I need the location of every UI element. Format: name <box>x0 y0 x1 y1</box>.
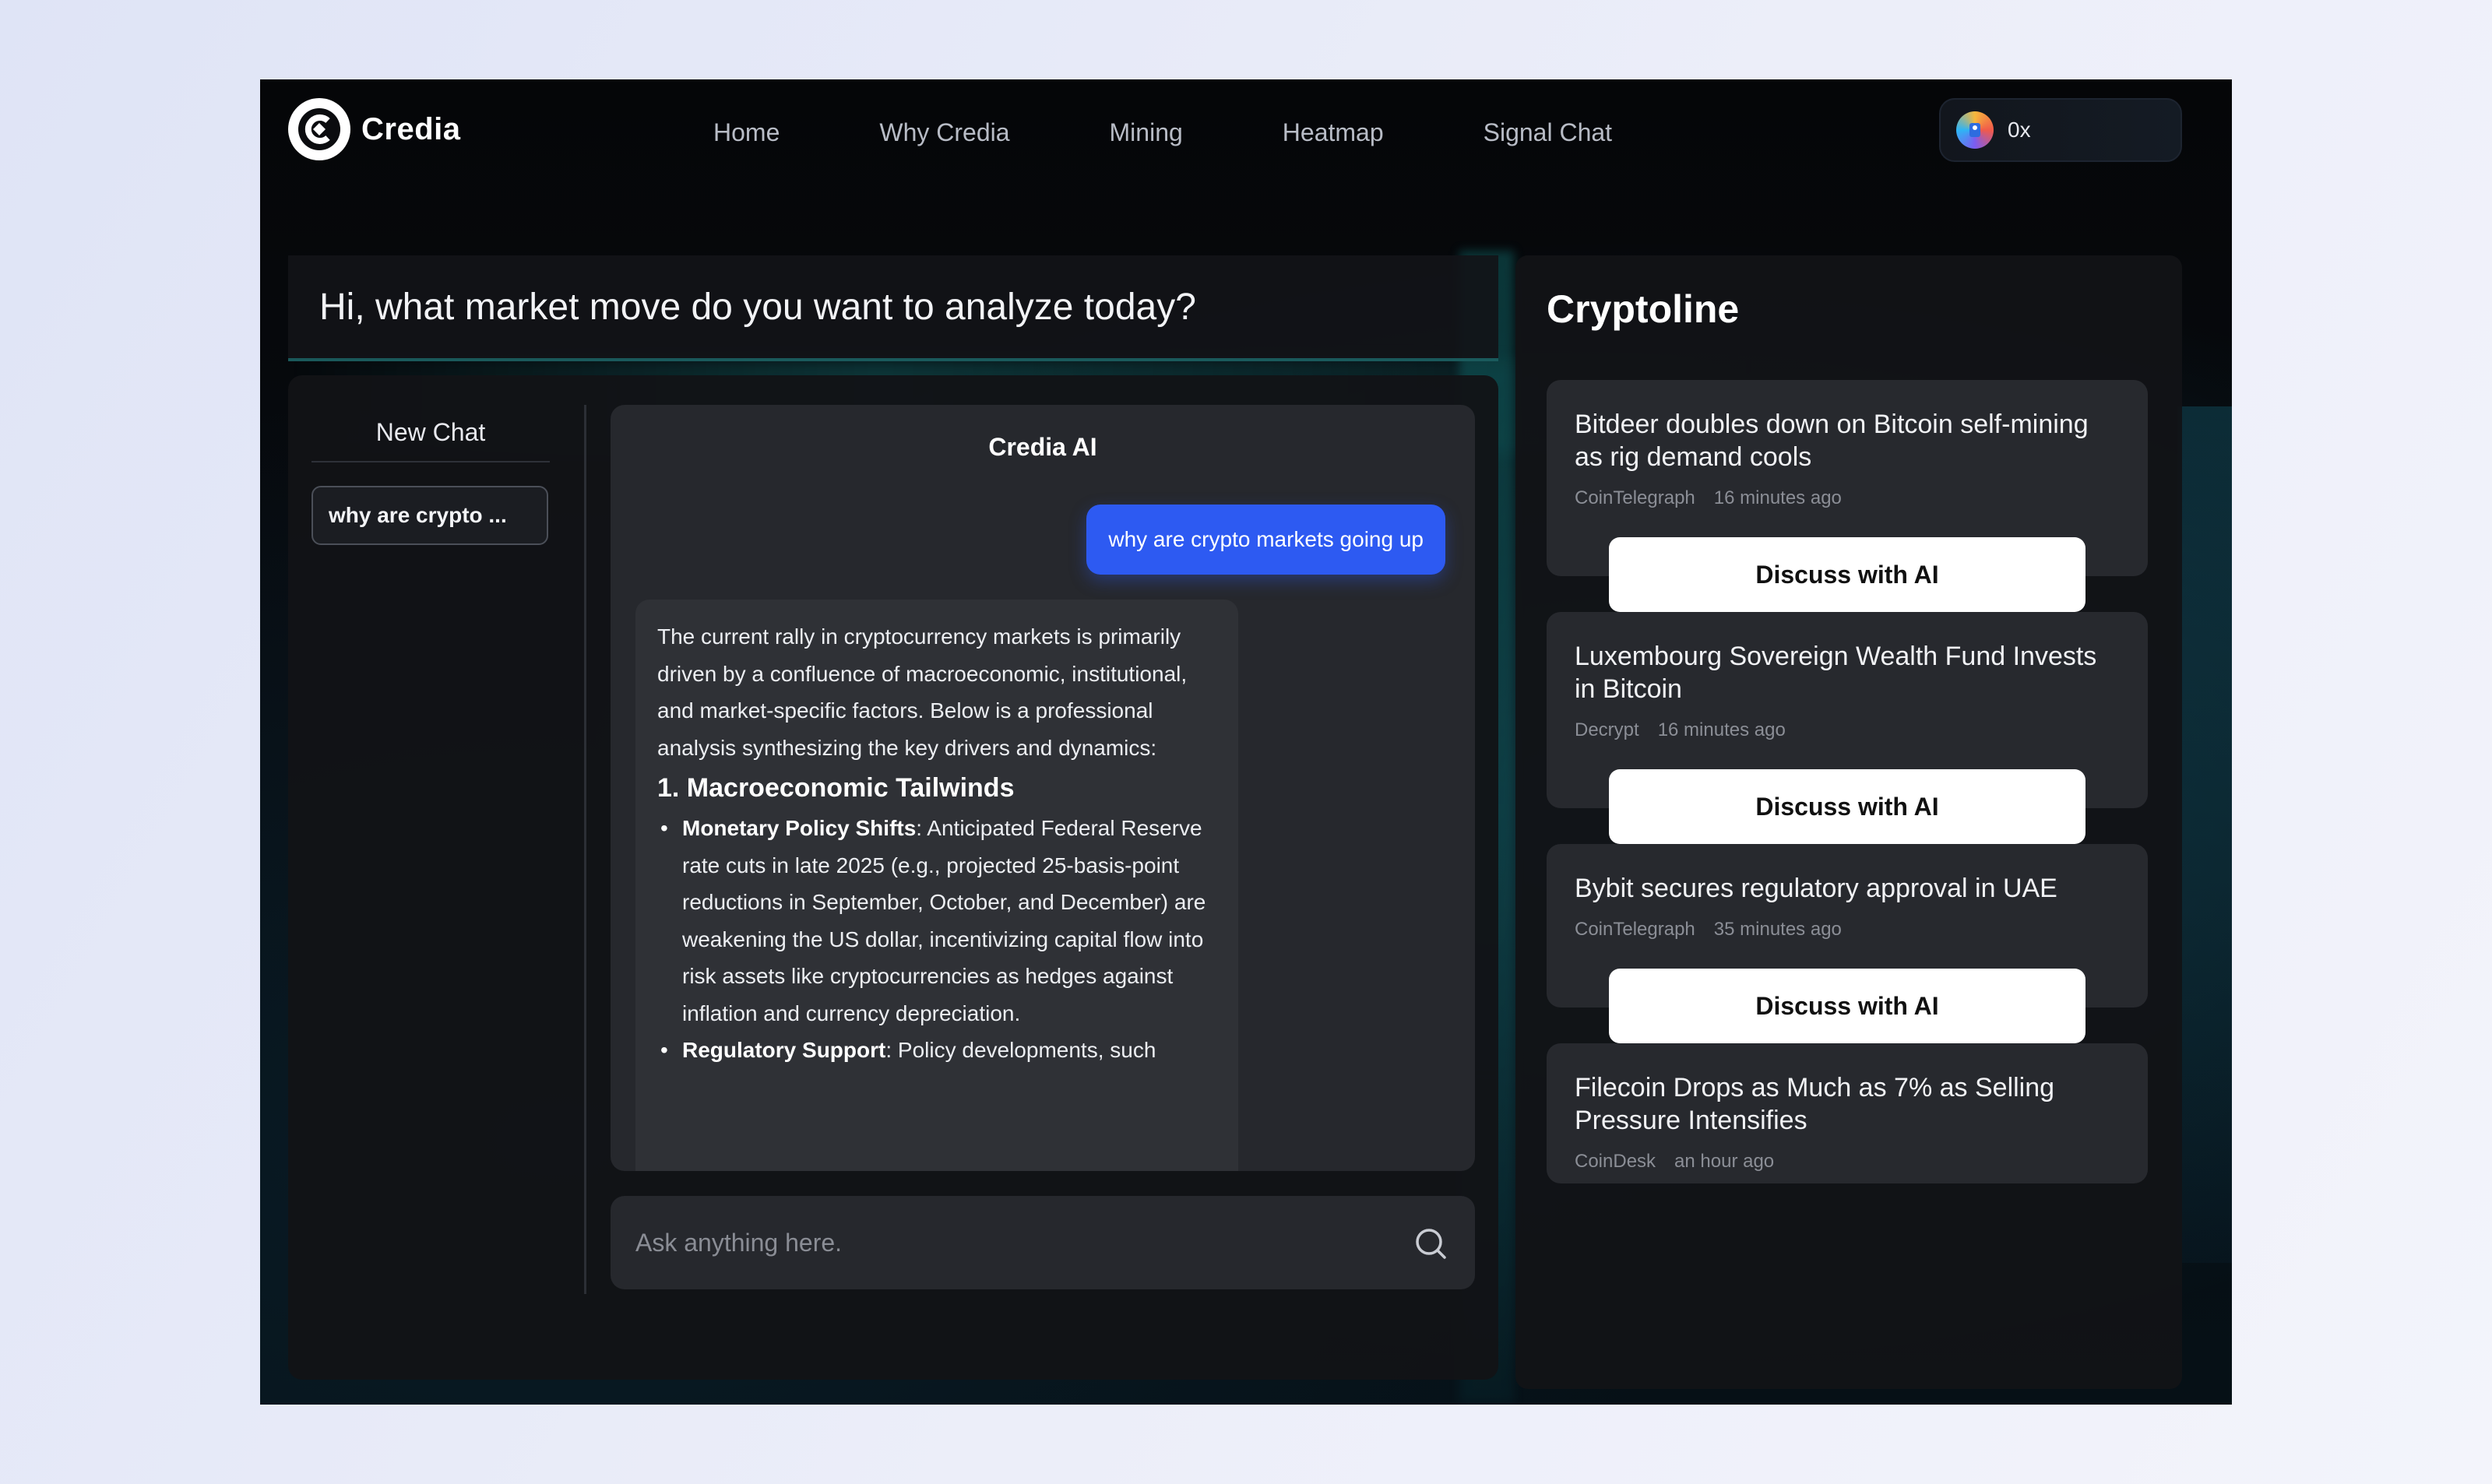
ask-input-box <box>611 1196 1475 1289</box>
credia-logo-icon <box>288 98 350 160</box>
brand-logo[interactable]: Credia <box>288 98 461 160</box>
greeting-banner: Hi, what market move do you want to anal… <box>288 255 1498 361</box>
app-window: Credia Home Why Credia Mining Heatmap Si… <box>260 79 2232 1405</box>
top-nav-bar: Credia Home Why Credia Mining Heatmap Si… <box>260 79 2232 184</box>
ai-bullet-item: Monetary Policy Shifts: Anticipated Fede… <box>657 810 1216 1032</box>
wallet-address: 0x <box>2008 118 2031 142</box>
ai-bullet-text: : Anticipated Federal Reserve rate cuts … <box>682 816 1206 1025</box>
news-headline[interactable]: Luxembourg Sovereign Wealth Fund Invests… <box>1575 640 2120 705</box>
nav-signal-chat[interactable]: Signal Chat <box>1484 118 1612 147</box>
ai-response-bubble: The current rally in cryptocurrency mark… <box>635 600 1238 1171</box>
news-meta: CoinTelegraph 16 minutes ago <box>1575 487 2120 519</box>
news-headline[interactable]: Bybit secures regulatory approval in UAE <box>1575 872 2120 905</box>
discuss-with-ai-button[interactable]: Discuss with AI <box>1609 537 2085 612</box>
greeting-text: Hi, what market move do you want to anal… <box>319 286 1196 328</box>
ai-intro-text: The current rally in cryptocurrency mark… <box>657 624 1188 760</box>
news-source: CoinTelegraph <box>1575 919 1695 940</box>
news-time: 16 minutes ago <box>1713 487 1842 508</box>
ai-section-heading: 1. Macroeconomic Tailwinds <box>657 773 1015 803</box>
user-message-bubble: why are crypto markets going up <box>1086 505 1445 575</box>
ai-bullet-bold: Monetary Policy Shifts <box>682 816 917 840</box>
sidebar-divider <box>584 405 586 1294</box>
news-list[interactable]: Bitdeer doubles down on Bitcoin self-min… <box>1547 380 2148 1288</box>
news-source: CoinDesk <box>1575 1151 1656 1172</box>
news-card: Filecoin Drops as Much as 7% as Selling … <box>1547 1043 2148 1183</box>
conversation-area[interactable]: Credia AI why are crypto markets going u… <box>611 405 1475 1171</box>
chat-history-item[interactable]: why are crypto ... <box>312 486 548 545</box>
nav-why-credia[interactable]: Why Credia <box>879 118 1009 147</box>
news-time: 16 minutes ago <box>1657 719 1786 740</box>
new-chat-button[interactable]: New Chat <box>312 399 550 462</box>
nav-heatmap[interactable]: Heatmap <box>1283 118 1384 147</box>
wallet-button[interactable]: 0x <box>1939 98 2182 162</box>
ai-bullet-item: Regulatory Support: Policy developments,… <box>657 1032 1216 1069</box>
ai-bullet-bold: Regulatory Support <box>682 1038 886 1062</box>
cryptoline-title: Cryptoline <box>1547 287 1740 331</box>
news-source: CoinTelegraph <box>1575 487 1695 508</box>
brand-name: Credia <box>361 111 461 146</box>
ask-input[interactable] <box>635 1228 1383 1257</box>
news-card: Bybit secures regulatory approval in UAE… <box>1547 844 2148 1043</box>
discuss-with-ai-button[interactable]: Discuss with AI <box>1609 969 2085 1043</box>
nav-mining[interactable]: Mining <box>1110 118 1183 147</box>
news-meta: CoinDesk an hour ago <box>1575 1151 2120 1182</box>
discuss-with-ai-button[interactable]: Discuss with AI <box>1609 769 2085 844</box>
chat-panel: New Chat why are crypto ... Credia AI wh… <box>288 375 1498 1380</box>
news-headline[interactable]: Bitdeer doubles down on Bitcoin self-min… <box>1575 408 2120 473</box>
news-meta: CoinTelegraph 35 minutes ago <box>1575 919 2120 950</box>
main-nav: Home Why Credia Mining Heatmap Signal Ch… <box>713 109 1612 156</box>
nav-home[interactable]: Home <box>713 118 780 147</box>
ai-bullet-list: Monetary Policy Shifts: Anticipated Fede… <box>657 810 1216 1069</box>
ai-bullet-text: : Policy developments, such <box>885 1038 1156 1062</box>
wallet-avatar-icon <box>1956 111 1994 149</box>
background-circuit <box>2177 406 2232 1263</box>
news-card: Bitdeer doubles down on Bitcoin self-min… <box>1547 380 2148 612</box>
news-meta: Decrypt 16 minutes ago <box>1575 719 2120 751</box>
news-time: 35 minutes ago <box>1713 919 1842 940</box>
chat-sidebar: New Chat why are crypto ... <box>312 399 550 1364</box>
cryptoline-panel: Cryptoline Bitdeer doubles down on Bitco… <box>1515 255 2182 1389</box>
news-source: Decrypt <box>1575 719 1639 740</box>
search-icon[interactable] <box>1413 1226 1448 1261</box>
news-time: an hour ago <box>1674 1151 1775 1172</box>
conversation-title: Credia AI <box>988 433 1097 461</box>
news-headline[interactable]: Filecoin Drops as Much as 7% as Selling … <box>1575 1071 2120 1137</box>
news-card: Luxembourg Sovereign Wealth Fund Invests… <box>1547 612 2148 844</box>
